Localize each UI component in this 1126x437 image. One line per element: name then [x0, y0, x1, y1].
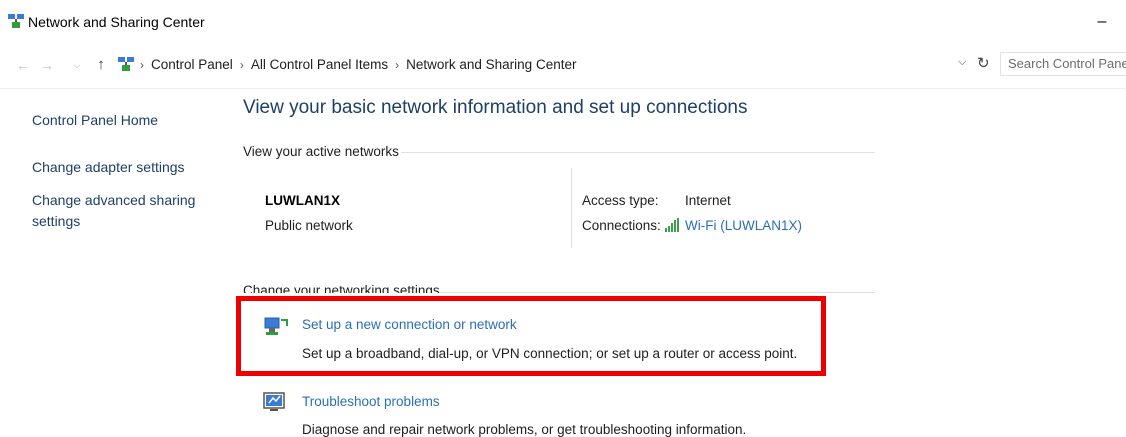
access-type-value: Internet [685, 193, 731, 208]
forward-button[interactable]: → [38, 56, 56, 74]
change-settings-header: Change your networking settings [243, 283, 440, 293]
highlight-annotation-box [236, 296, 826, 376]
wifi-signal-icon [665, 218, 679, 232]
control-panel-icon [118, 57, 134, 71]
troubleshoot-icon [263, 392, 285, 411]
sidebar-item-home[interactable]: Control Panel Home [32, 110, 158, 131]
connections-label: Connections: [582, 218, 661, 233]
active-networks-header: View your active networks [243, 144, 399, 159]
address-dropdown-button[interactable]: ⌵ [958, 56, 966, 69]
breadcrumb-separator[interactable]: › [240, 58, 244, 72]
breadcrumb-control-panel[interactable]: Control Panel [151, 57, 233, 72]
network-sharing-icon [8, 14, 24, 28]
vertical-divider [571, 168, 572, 248]
troubleshoot-link[interactable]: Troubleshoot problems [302, 394, 440, 409]
recent-locations-button[interactable]: ⌵ [68, 56, 86, 74]
wifi-connection-link[interactable]: Wi-Fi (LUWLAN1X) [685, 218, 802, 233]
section-rule [401, 152, 875, 153]
setup-connection-description: Set up a broadband, dial-up, or VPN conn… [302, 346, 798, 361]
access-type-label: Access type: [582, 193, 659, 208]
page-title: View your basic network information and … [243, 97, 748, 118]
divider [0, 88, 1126, 89]
breadcrumb-network-center[interactable]: Network and Sharing Center [406, 57, 576, 72]
troubleshoot-description: Diagnose and repair network problems, or… [302, 422, 747, 437]
sidebar-item-advanced-sharing[interactable]: Change advanced sharing settings [32, 190, 207, 232]
minimize-button[interactable]: – [1090, 10, 1114, 34]
refresh-button[interactable]: ↻ [977, 54, 990, 72]
search-input[interactable]: Search Control Panel [1000, 52, 1126, 76]
window-title: Network and Sharing Center [28, 14, 205, 30]
setup-connection-link[interactable]: Set up a new connection or network [302, 317, 517, 332]
breadcrumb: › Control Panel › All Control Panel Items › N… [140, 57, 576, 72]
network-name: LUWLAN1X [265, 193, 340, 208]
back-button[interactable]: ← [14, 56, 32, 74]
new-connection-icon [264, 317, 288, 335]
section-rule [440, 292, 875, 293]
breadcrumb-all-items[interactable]: All Control Panel Items [251, 57, 388, 72]
sidebar-item-adapter-settings[interactable]: Change adapter settings [32, 157, 185, 178]
breadcrumb-separator[interactable]: › [395, 58, 399, 72]
breadcrumb-separator: › [140, 58, 144, 72]
network-type[interactable]: Public network [265, 218, 353, 233]
up-button[interactable]: ↑ [92, 56, 110, 74]
